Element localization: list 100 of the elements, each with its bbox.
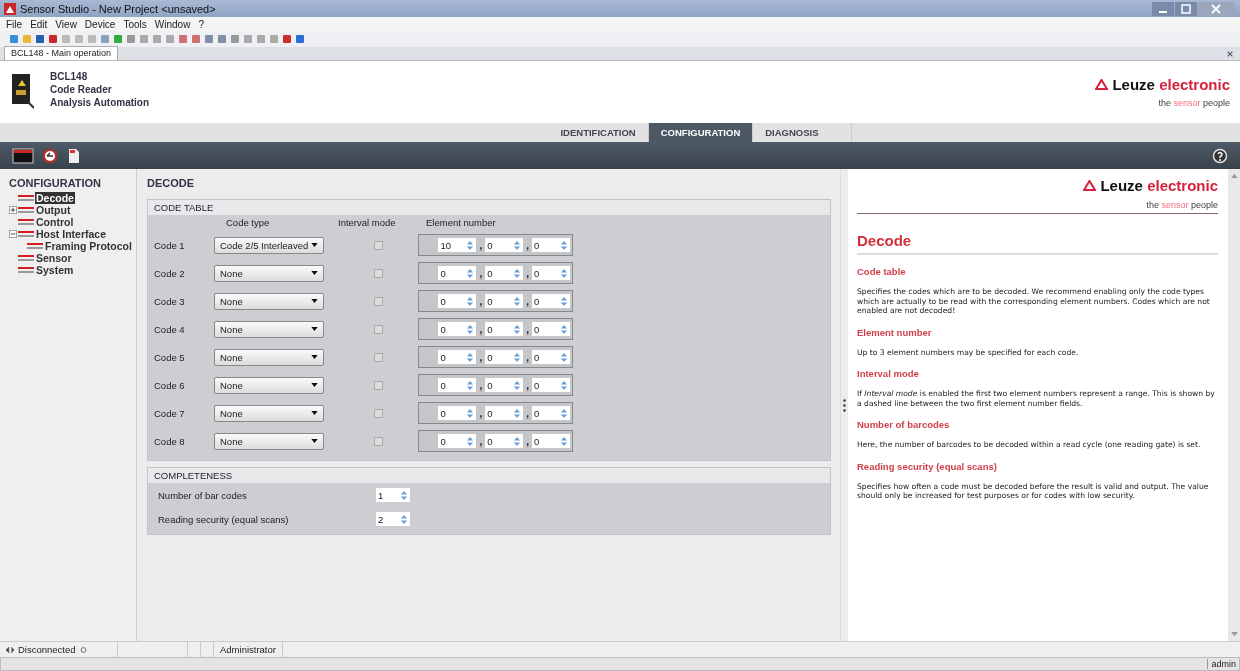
device-name: BCL148	[50, 69, 89, 83]
spin-field[interactable]: 0	[532, 294, 570, 308]
code-type-dropdown[interactable]: None	[214, 348, 324, 366]
comma-separator: ,	[479, 435, 483, 447]
field-label: Number of bar codes	[158, 489, 248, 501]
spin-field[interactable]: 1	[376, 488, 410, 502]
comma-separator: ,	[526, 239, 529, 251]
menu-item[interactable]: View	[55, 18, 77, 30]
help-title: Decode	[857, 232, 1218, 255]
tree-item[interactable]: Framing Protocol	[44, 240, 133, 252]
code-type-dropdown[interactable]: None	[214, 432, 324, 450]
code-type-dropdown[interactable]: Code 2/5 Interleaved	[214, 236, 324, 254]
tree-item[interactable]: System	[35, 264, 75, 276]
menu-item[interactable]: Window	[154, 18, 191, 30]
comma-separator: ,	[526, 379, 529, 391]
help-heading: Number of barcodes	[857, 419, 951, 430]
logo-brand: Leuze electronic	[1112, 76, 1230, 93]
menu-item[interactable]: Device	[84, 18, 116, 30]
menu-item[interactable]: File	[6, 18, 23, 30]
comma-separator: ,	[479, 239, 483, 251]
spin-field[interactable]: 2	[376, 512, 410, 526]
spin-field[interactable]: 0	[485, 294, 524, 308]
field-label: Reading security (equal scans)	[158, 513, 290, 525]
row-label: Code 8	[154, 435, 186, 447]
spin-field[interactable]: 0	[438, 378, 477, 392]
spin-field[interactable]: 0	[532, 350, 570, 364]
tree-item[interactable]: Control	[35, 216, 75, 228]
logo-brand: Leuze electronic	[1100, 177, 1218, 194]
comma-separator: ,	[479, 295, 483, 307]
spin-field[interactable]: 10	[438, 238, 477, 252]
row-label: Code 7	[154, 407, 186, 419]
code-type-dropdown[interactable]: None	[214, 292, 324, 310]
spin-field[interactable]: 0	[485, 322, 524, 336]
spin-field[interactable]: 0	[438, 406, 477, 420]
logo-tagline: the sensor people	[1146, 200, 1218, 210]
row-label: Code 1	[154, 239, 186, 251]
comma-separator: ,	[526, 323, 529, 335]
device-subtitle: Analysis Automation	[50, 95, 150, 109]
group-title: CODE TABLE	[148, 200, 830, 215]
tree-item[interactable]: Decode	[35, 192, 75, 204]
comma-separator: ,	[526, 435, 529, 447]
tab[interactable]: CONFIGURATION	[648, 123, 754, 142]
window-title: Sensor Studio - New Project <unsaved>	[20, 2, 216, 15]
code-type-dropdown[interactable]: None	[214, 264, 324, 282]
spin-field[interactable]: 0	[485, 406, 524, 420]
help-heading: Code table	[857, 266, 907, 277]
row-label: Code 6	[154, 379, 186, 391]
device-type: Code Reader	[50, 82, 113, 96]
code-type-dropdown[interactable]: None	[214, 320, 324, 338]
spin-field[interactable]: 0	[532, 322, 570, 336]
help-heading: Element number	[857, 326, 933, 338]
row-label: Code 5	[154, 351, 186, 363]
spin-field[interactable]: 0	[485, 378, 524, 392]
comma-separator: ,	[479, 407, 483, 419]
spin-field[interactable]: 0	[532, 434, 570, 448]
logo-tagline: the sensor people	[1158, 98, 1230, 108]
user-role: Administrator	[220, 644, 276, 655]
code-type-dropdown[interactable]: None	[214, 376, 324, 394]
spin-field[interactable]: 0	[532, 238, 570, 252]
spin-field[interactable]: 0	[485, 238, 524, 252]
row-label: Code 2	[154, 267, 186, 279]
comma-separator: ,	[526, 267, 529, 279]
help-heading: Interval mode	[857, 368, 920, 379]
spin-field[interactable]: 0	[485, 350, 524, 364]
row-label: Code 4	[154, 323, 186, 335]
sidebar-title: CONFIGURATION	[9, 177, 103, 189]
row-label: Code 3	[154, 295, 186, 307]
document-tab[interactable]: BCL148 - Main operation	[4, 46, 119, 60]
menu-item[interactable]: Edit	[30, 18, 48, 30]
tree-item[interactable]: Host Interface	[35, 228, 108, 240]
connection-status: Disconnected	[18, 644, 76, 655]
comma-separator: ,	[526, 351, 529, 363]
comma-separator: ,	[479, 267, 483, 279]
spin-field[interactable]: 0	[532, 266, 570, 280]
spin-field[interactable]: 0	[438, 434, 477, 448]
menu-item[interactable]: Tools	[123, 18, 147, 30]
comma-separator: ,	[526, 295, 529, 307]
spin-field[interactable]: 0	[438, 294, 477, 308]
code-type-dropdown[interactable]: None	[214, 404, 324, 422]
help-heading: Reading security (equal scans)	[857, 460, 998, 472]
spin-field[interactable]: 0	[532, 378, 570, 392]
comma-separator: ,	[526, 407, 529, 419]
column-header: Interval mode	[338, 217, 397, 228]
spin-field[interactable]: 0	[438, 322, 477, 336]
page-title: DECODE	[147, 177, 196, 189]
column-header: Code type	[225, 217, 271, 228]
menu-item[interactable]: ?	[198, 18, 204, 30]
tree-item[interactable]: Output	[35, 204, 72, 216]
spin-field[interactable]: 0	[532, 406, 570, 420]
spin-field[interactable]: 0	[485, 434, 524, 448]
user-name: admin	[1207, 659, 1236, 669]
spin-field[interactable]: 0	[438, 350, 477, 364]
spin-field[interactable]: 0	[438, 266, 477, 280]
column-header: Element number	[425, 217, 497, 228]
group-title: COMPLETENESS	[148, 468, 830, 483]
comma-separator: ,	[479, 351, 483, 363]
spin-field[interactable]: 0	[485, 266, 524, 280]
tree-item[interactable]: Sensor	[35, 252, 73, 264]
comma-separator: ,	[479, 379, 483, 391]
comma-separator: ,	[479, 323, 483, 335]
